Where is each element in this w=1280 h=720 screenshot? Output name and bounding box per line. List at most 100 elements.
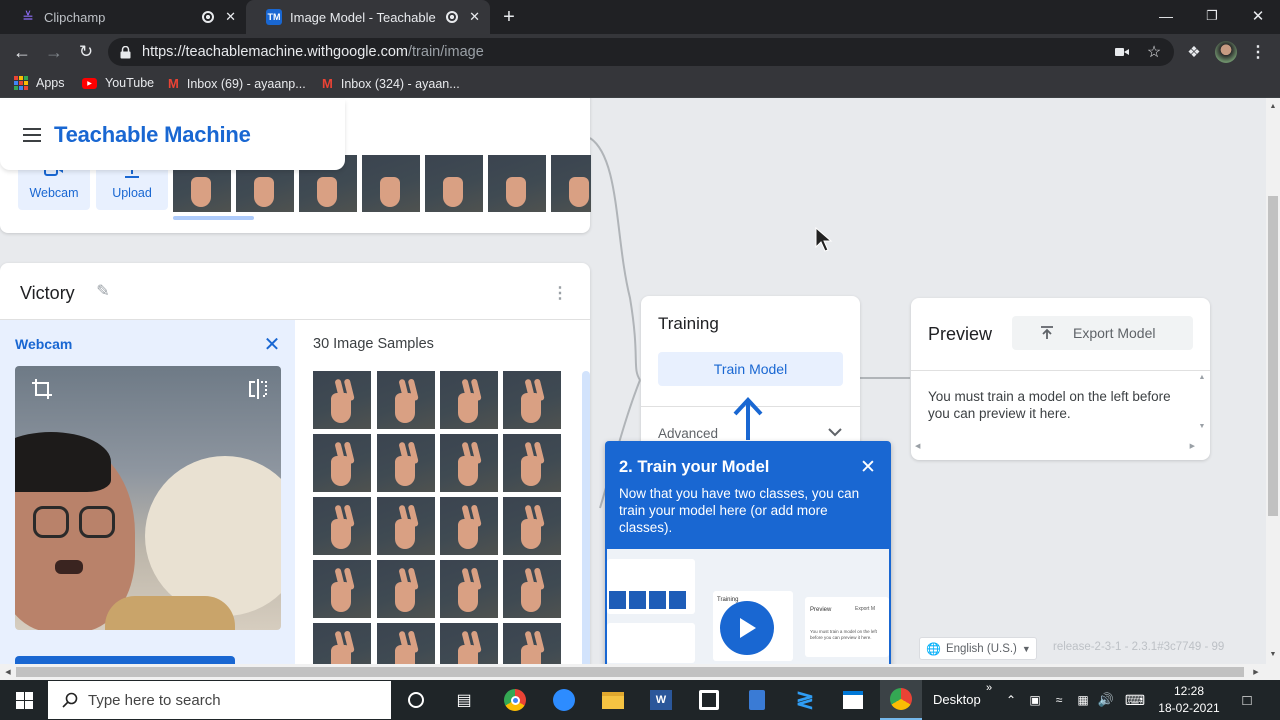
export-model-label: Export Model xyxy=(1073,325,1156,341)
victory-sample[interactable] xyxy=(313,623,371,664)
meet-now-icon[interactable]: ▣ xyxy=(1026,680,1044,720)
hamburger-menu-icon[interactable] xyxy=(23,128,41,142)
camera-in-use-icon[interactable] xyxy=(1113,44,1131,60)
task-view-icon[interactable]: ▤ xyxy=(446,680,482,720)
victory-sample[interactable] xyxy=(440,497,498,555)
scroll-up-arrow-icon[interactable]: ▲ xyxy=(1266,100,1280,112)
page-scroll-thumb[interactable] xyxy=(1268,196,1278,516)
victory-sample[interactable] xyxy=(377,623,435,664)
preview-horizontal-scrollbar[interactable]: ◀ ▶ xyxy=(915,442,1195,452)
language-selector[interactable]: 🌐 English (U.S.) ▼ xyxy=(919,637,1037,660)
tab-clipchamp[interactable]: ≚ Clipchamp ✕ xyxy=(0,0,246,34)
desktop-toolbar-label[interactable]: Desktop xyxy=(933,692,981,707)
close-webcam-icon[interactable]: ✕ xyxy=(262,334,282,356)
play-video-icon[interactable] xyxy=(720,601,774,655)
victory-sample[interactable] xyxy=(503,434,561,492)
extensions-puzzle-icon[interactable]: ❖ xyxy=(1184,42,1204,62)
app-title[interactable]: Teachable Machine xyxy=(54,122,251,148)
start-button[interactable] xyxy=(0,680,48,720)
vscode-taskbar-icon[interactable]: ≷ xyxy=(786,680,824,720)
app-taskbar-icon[interactable] xyxy=(690,680,728,720)
word-taskbar-icon[interactable]: W xyxy=(642,680,680,720)
profile-avatar[interactable] xyxy=(1215,41,1237,63)
restore-window-icon[interactable]: ❐ xyxy=(1202,6,1222,26)
mini-preview-title: Preview xyxy=(810,607,832,613)
chrome-menu-icon[interactable]: ⋮ xyxy=(1250,42,1266,62)
victory-sample[interactable] xyxy=(377,371,435,429)
network-icon[interactable]: ≈ xyxy=(1050,680,1068,720)
battery-icon[interactable]: ▦ xyxy=(1072,680,1094,720)
victory-sample[interactable] xyxy=(377,560,435,618)
victory-sample[interactable] xyxy=(313,371,371,429)
sample-image[interactable] xyxy=(551,155,591,212)
export-model-button[interactable]: Export Model xyxy=(1012,316,1193,350)
class-options-icon[interactable]: ⋮ xyxy=(552,283,568,303)
preview-vertical-scrollbar[interactable]: ▲ ▼ xyxy=(1197,374,1207,438)
scroll-right-arrow-icon[interactable]: ▶ xyxy=(1250,666,1262,678)
horizontal-scrollbar[interactable] xyxy=(173,216,254,220)
hold-to-record-button[interactable] xyxy=(15,656,235,664)
victory-sample[interactable] xyxy=(313,560,371,618)
file-explorer-icon[interactable] xyxy=(594,680,632,720)
class-name[interactable]: Victory xyxy=(20,283,75,304)
clock[interactable]: 12:28 18-02-2021 xyxy=(1154,683,1224,717)
bookmark-inbox-69[interactable]: M Inbox (69) - ayaanp... xyxy=(168,76,306,91)
close-tab-icon[interactable]: ✕ xyxy=(469,9,480,25)
close-tooltip-icon[interactable]: ✕ xyxy=(858,457,878,478)
bookmark-star-icon[interactable]: ☆ xyxy=(1144,42,1164,62)
lock-icon[interactable] xyxy=(118,44,132,60)
chrome-taskbar-icon[interactable] xyxy=(496,680,534,720)
victory-sample[interactable] xyxy=(440,560,498,618)
victory-sample[interactable] xyxy=(503,623,561,664)
page-horizontal-scrollbar[interactable]: ◀ ▶ xyxy=(0,664,1280,680)
tab-image-model[interactable]: TM Image Model - Teachable Ma ✕ xyxy=(246,0,490,34)
close-tab-icon[interactable]: ✕ xyxy=(225,9,236,25)
zoom-taskbar-icon[interactable] xyxy=(545,680,583,720)
victory-sample[interactable] xyxy=(503,560,561,618)
victory-sample[interactable] xyxy=(313,434,371,492)
show-hidden-icons-icon[interactable]: ⌃ xyxy=(1002,680,1020,720)
victory-sample[interactable] xyxy=(440,434,498,492)
advanced-toggle[interactable]: Advanced xyxy=(658,426,718,441)
back-icon[interactable]: ← xyxy=(12,42,32,62)
victory-sample[interactable] xyxy=(377,434,435,492)
sample-image[interactable] xyxy=(362,155,420,212)
toolbar-expand-icon[interactable]: » xyxy=(986,682,992,694)
volume-icon[interactable]: 🔊 xyxy=(1096,680,1116,720)
taskbar-search-box[interactable]: Type here to search xyxy=(48,681,391,719)
edit-pencil-icon[interactable]: ✎ xyxy=(93,281,113,301)
store-taskbar-icon[interactable] xyxy=(834,680,872,720)
samples-scrollbar[interactable] xyxy=(582,371,590,664)
train-model-button[interactable]: Train Model xyxy=(658,352,843,386)
bookmark-apps[interactable]: Apps xyxy=(14,76,65,90)
scroll-down-arrow-icon[interactable]: ▼ xyxy=(1266,648,1280,660)
victory-sample[interactable] xyxy=(313,497,371,555)
victory-sample[interactable] xyxy=(503,497,561,555)
forward-icon[interactable]: → xyxy=(44,42,64,62)
chrome-active-taskbar-icon[interactable] xyxy=(880,680,922,720)
reload-icon[interactable]: ↻ xyxy=(76,42,96,62)
victory-sample[interactable] xyxy=(503,371,561,429)
calculator-taskbar-icon[interactable] xyxy=(738,680,776,720)
url-text[interactable]: https://teachablemachine.withgoogle.com/… xyxy=(142,44,484,60)
bookmark-inbox-324[interactable]: M Inbox (324) - ayaan... xyxy=(322,76,460,91)
victory-sample[interactable] xyxy=(440,371,498,429)
close-window-icon[interactable]: ✕ xyxy=(1248,6,1268,26)
page-vertical-scrollbar[interactable]: ▲ ▼ xyxy=(1266,98,1280,664)
keyboard-icon[interactable]: ⌨ xyxy=(1122,680,1148,720)
sample-image[interactable] xyxy=(488,155,546,212)
page-h-scroll-thumb[interactable] xyxy=(16,667,1244,677)
new-tab-icon[interactable]: + xyxy=(498,6,520,28)
scroll-left-arrow-icon[interactable]: ◀ xyxy=(2,666,14,678)
victory-sample[interactable] xyxy=(440,623,498,664)
chevron-down-icon[interactable] xyxy=(827,424,843,440)
sample-image[interactable] xyxy=(425,155,483,212)
tutorial-video-thumbnail[interactable]: Training Preview Export M You must train… xyxy=(607,549,889,664)
cortana-icon[interactable] xyxy=(398,680,434,720)
flip-camera-icon[interactable] xyxy=(247,378,271,402)
notifications-icon[interactable]: □ xyxy=(1234,680,1260,720)
bookmark-youtube[interactable]: ▶ YouTube xyxy=(82,76,154,90)
crop-icon[interactable] xyxy=(31,378,55,402)
minimize-window-icon[interactable]: — xyxy=(1156,6,1176,26)
victory-sample[interactable] xyxy=(377,497,435,555)
